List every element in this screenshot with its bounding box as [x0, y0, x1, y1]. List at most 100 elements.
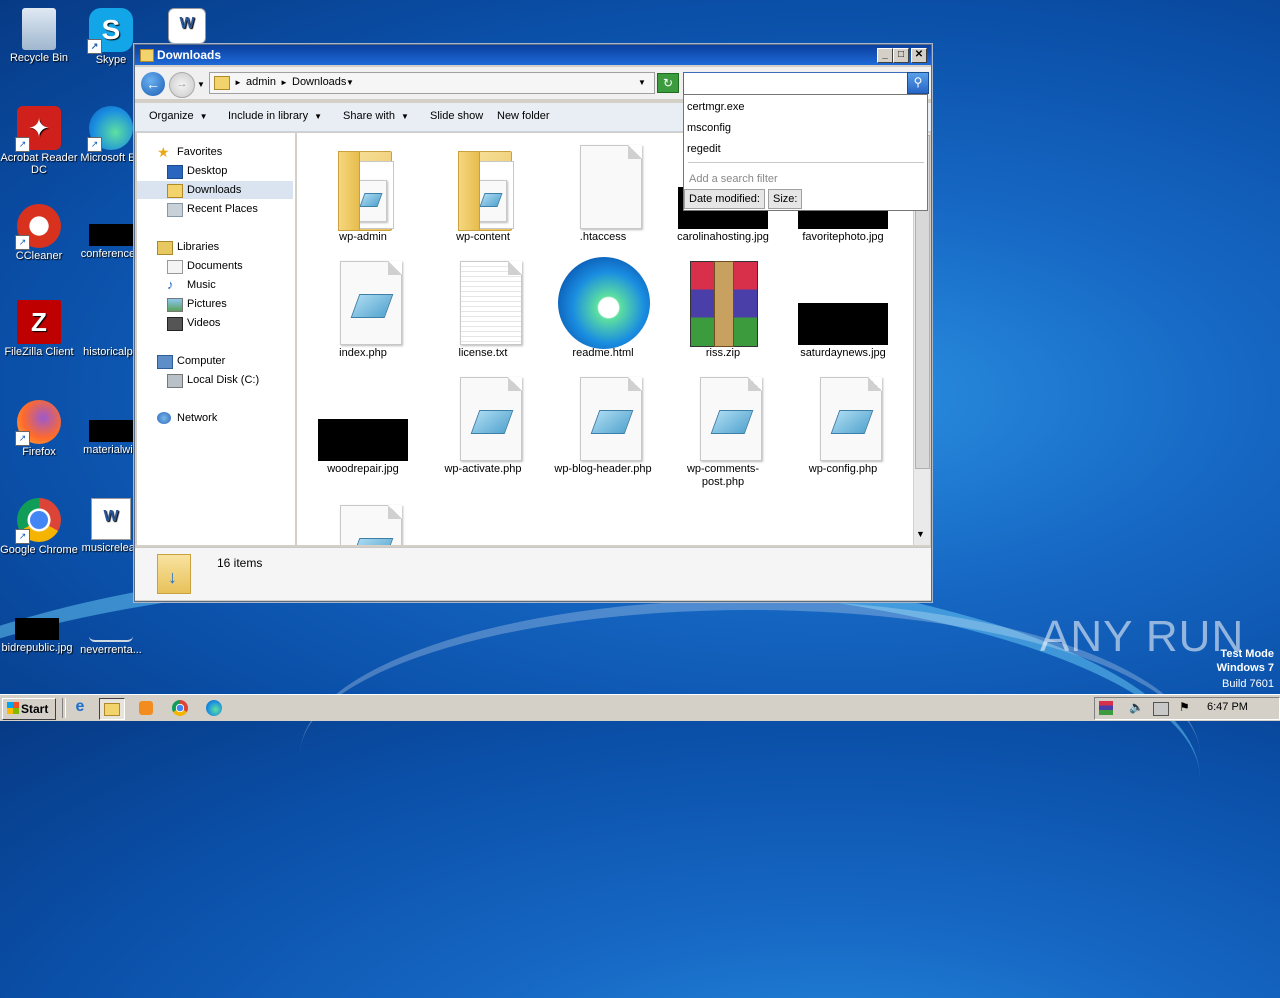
- desktop-icon-word-doc[interactable]: W: [148, 8, 226, 46]
- build-number-text: Build 7601: [1222, 678, 1274, 690]
- nav-local-disk[interactable]: Local Disk (C:): [137, 371, 293, 389]
- nav-favorites[interactable]: ★ Favorites: [137, 143, 293, 161]
- nav-videos[interactable]: Videos: [137, 314, 293, 332]
- file-item[interactable]: license.txt: [428, 257, 538, 360]
- search-suggestion[interactable]: certmgr.exe: [687, 101, 744, 113]
- nav-computer[interactable]: Computer: [137, 352, 293, 370]
- desktop-icon-label: Recycle Bin: [9, 52, 69, 64]
- nav-network[interactable]: Network: [137, 409, 293, 427]
- php-file-icon: [318, 501, 408, 545]
- nav-music[interactable]: ♪ Music: [137, 276, 293, 294]
- organize-button[interactable]: Organize ▼: [149, 110, 208, 122]
- breadcrumb-separator[interactable]: ►: [234, 78, 242, 87]
- desktop-icon-label: Firefox: [22, 446, 56, 458]
- address-bar[interactable]: ► admin ► Downloads ▼ ▼: [209, 72, 655, 94]
- internet-explorer-icon[interactable]: e: [68, 698, 92, 718]
- file-item[interactable]: wp-content: [428, 141, 538, 244]
- include-in-library-button[interactable]: Include in library ▼: [228, 110, 322, 122]
- desktop-icon-label: bidrepublic.jpg: [1, 642, 73, 654]
- file-item[interactable]: index.php: [308, 257, 418, 360]
- recent-pages-dropdown[interactable]: ▼: [197, 80, 205, 89]
- nav-downloads[interactable]: Downloads: [137, 181, 293, 199]
- clock[interactable]: 6:47 PM: [1207, 701, 1248, 713]
- close-button[interactable]: ✕: [911, 48, 927, 63]
- address-dropdown-icon[interactable]: ▼: [638, 78, 646, 87]
- slide-show-button[interactable]: Slide show: [430, 110, 483, 122]
- search-input[interactable]: [683, 72, 911, 95]
- new-folder-button[interactable]: New folder: [497, 110, 550, 122]
- nav-documents[interactable]: Documents: [137, 257, 293, 275]
- php-file-icon: [798, 373, 888, 463]
- desktop-icon-label: FileZilla Client: [4, 346, 74, 358]
- test-mode-text: Test Mode: [1220, 648, 1274, 660]
- network-tray-icon[interactable]: [1153, 702, 1169, 716]
- date-modified-filter-button[interactable]: Date modified:: [684, 189, 765, 209]
- back-button[interactable]: ←: [141, 72, 165, 96]
- refresh-button[interactable]: ↻: [657, 73, 679, 93]
- title-bar[interactable]: Downloads _ □ ✕: [135, 45, 931, 65]
- desktop-icon-acrobat[interactable]: ✦ ↗ Acrobat Reader DC: [0, 106, 78, 176]
- file-item[interactable]: wp-comments-post.php: [668, 373, 778, 489]
- chrome-icon[interactable]: [168, 698, 192, 718]
- downloads-folder-icon: ↓: [157, 554, 191, 594]
- desktop-icon-recycle-bin[interactable]: Recycle Bin: [0, 8, 78, 64]
- search-icon[interactable]: ⚲: [907, 72, 929, 94]
- desktop-icon-ccleaner[interactable]: ↗ CCleaner: [0, 204, 78, 262]
- desktop-icon-filezilla[interactable]: Z FileZilla Client: [0, 300, 78, 358]
- acrobat-icon: ✦ ↗: [15, 106, 61, 152]
- network-icon: [157, 412, 171, 424]
- file-item[interactable]: .htaccess: [548, 141, 658, 244]
- start-button[interactable]: Start: [2, 698, 56, 720]
- file-item[interactable]: wp-blog-header.php: [548, 373, 658, 476]
- size-filter-button[interactable]: Size:: [768, 189, 803, 209]
- desktop-icon-bidrepublic[interactable]: bidrepublic.jpg: [0, 618, 76, 654]
- php-file-icon: [678, 373, 768, 463]
- search-suggestion[interactable]: regedit: [687, 143, 721, 155]
- breadcrumb-separator[interactable]: ▼: [346, 78, 354, 87]
- file-item[interactable]: saturdaynews.jpg: [788, 257, 898, 360]
- breadcrumb-separator[interactable]: ►: [280, 78, 288, 87]
- desktop-icon: [167, 165, 183, 179]
- nav-desktop[interactable]: Desktop: [137, 162, 293, 180]
- nav-libraries[interactable]: Libraries: [137, 238, 293, 256]
- desktop-icon-firefox[interactable]: ↗ Firefox: [0, 400, 78, 458]
- edge-icon[interactable]: [202, 698, 226, 718]
- maximize-button[interactable]: □: [893, 48, 909, 63]
- file-item[interactable]: [308, 501, 418, 545]
- php-file-icon: [438, 373, 528, 463]
- breadcrumb-downloads[interactable]: Downloads: [292, 76, 346, 88]
- media-player-icon[interactable]: [134, 698, 158, 718]
- file-item[interactable]: riss.zip: [668, 257, 778, 360]
- chrome-icon: ↗: [15, 498, 61, 544]
- scroll-down-arrow-icon[interactable]: ▼: [916, 529, 925, 539]
- minimize-button[interactable]: _: [877, 48, 893, 63]
- desktop-icon-chrome[interactable]: ↗ Google Chrome: [0, 498, 78, 556]
- search-suggestions-dropdown: certmgr.exe msconfig regedit Add a searc…: [683, 94, 928, 211]
- documents-icon: [167, 260, 183, 274]
- file-item[interactable]: readme.html: [548, 257, 658, 360]
- share-with-button[interactable]: Share with ▼: [343, 110, 409, 122]
- search-suggestion[interactable]: msconfig: [687, 122, 731, 134]
- action-center-flag-icon[interactable]: ⚑: [1179, 700, 1190, 714]
- image-thumbnail-icon: [89, 224, 133, 246]
- edge-icon: ↗: [87, 106, 133, 152]
- window-title: Downloads: [157, 48, 222, 62]
- volume-icon[interactable]: 🔈: [1129, 700, 1144, 714]
- recent-places-icon: [167, 203, 183, 217]
- nav-recent-places[interactable]: Recent Places: [137, 200, 293, 218]
- hard-drive-icon: [167, 374, 183, 388]
- taskbar: Start e 🔈 ⚑ 6:47 PM: [0, 694, 1280, 721]
- blank-file-icon: [558, 141, 648, 231]
- file-item[interactable]: wp-admin: [308, 141, 418, 244]
- winrar-tray-icon[interactable]: [1099, 701, 1113, 715]
- music-icon: ♪: [167, 277, 174, 292]
- file-explorer-icon[interactable]: [99, 698, 125, 720]
- desktop-icon-neverrenta[interactable]: neverrenta...: [72, 618, 150, 656]
- file-item[interactable]: woodrepair.jpg: [308, 373, 418, 476]
- file-item[interactable]: wp-activate.php: [428, 373, 538, 476]
- breadcrumb-admin[interactable]: admin: [246, 76, 276, 88]
- nav-pictures[interactable]: Pictures: [137, 295, 293, 313]
- file-item[interactable]: wp-config.php: [788, 373, 898, 476]
- forward-button[interactable]: →: [169, 72, 195, 98]
- ccleaner-icon: ↗: [15, 204, 61, 250]
